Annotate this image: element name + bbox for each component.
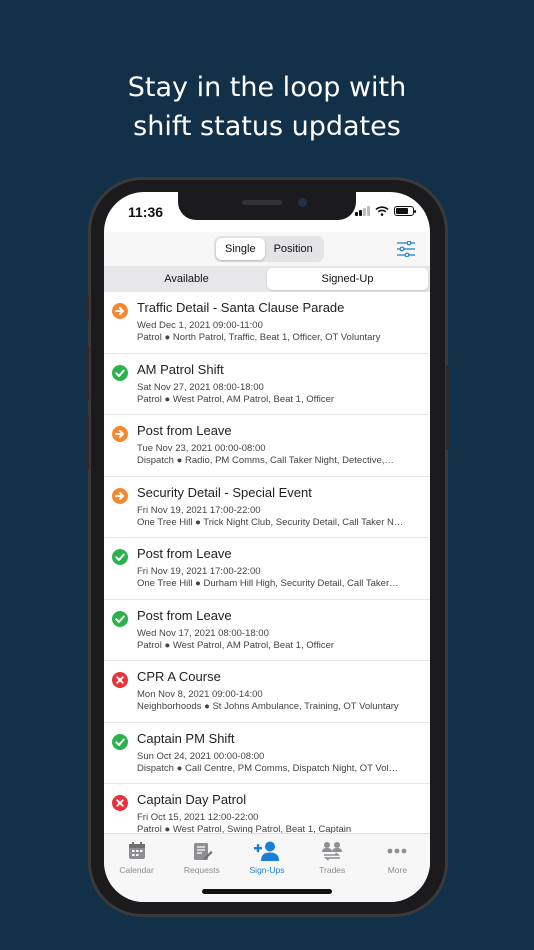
shift-date: Sat Nov 27, 2021 08:00-18:00 <box>137 381 264 393</box>
home-indicator[interactable] <box>202 889 332 894</box>
shift-row[interactable]: Post from Leave Fri Nov 19, 2021 17:00-22… <box>104 538 430 600</box>
tab-bar-more-label: More <box>387 865 408 875</box>
speaker <box>242 200 282 205</box>
shift-row[interactable]: Post from Leave Wed Nov 17, 2021 08:00-18… <box>104 600 430 661</box>
trades-icon <box>322 842 343 861</box>
shift-details: Dispatch ● Radio, PM Comms, Call Taker N… <box>137 455 394 466</box>
shift-details: Patrol ● North Patrol, Traffic, Beat 1, … <box>137 332 381 343</box>
shift-details: Patrol ● West Patrol, Swing Patrol, Beat… <box>137 824 352 833</box>
shift-row[interactable]: Captain Day Patrol Fri Oct 15, 2021 12:00… <box>104 784 430 833</box>
calendar-icon <box>128 842 145 859</box>
phone-volume-up-button <box>85 345 89 400</box>
tab-bar-calendar[interactable]: Calendar <box>104 834 169 902</box>
shift-row[interactable]: Traffic Detail - Santa Clause Parade Wed … <box>104 292 430 354</box>
headline-line-2: shift status updates <box>133 111 401 142</box>
arrow-right-circle-icon <box>112 487 128 504</box>
tab-bar-requests-label: Requests <box>183 865 220 875</box>
shift-title: Post from Leave <box>137 546 232 561</box>
app-screen: 11:36 Single Position Available Signed-U… <box>104 192 430 902</box>
arrow-right-circle-icon <box>112 426 128 442</box>
tab-signed-up[interactable]: Signed-Up <box>267 268 428 290</box>
shift-row[interactable]: Captain PM Shift Sun Oct 24, 2021 00:00-0… <box>104 723 430 784</box>
check-circle-icon <box>112 733 128 750</box>
shift-date: Fri Nov 19, 2021 17:00-22:00 <box>137 566 261 577</box>
mode-toggle: Single Position <box>214 236 324 262</box>
more-icon <box>388 848 407 854</box>
shift-date: Wed Dec 1, 2021 09:00-11:00 <box>137 320 263 331</box>
headline-line-1: Stay in the loop with <box>127 72 407 103</box>
shift-details: Neighborhoods ● St Johns Ambulance, Trai… <box>137 701 399 712</box>
add-user-icon <box>254 841 279 861</box>
shift-date: Fri Oct 15, 2021 12:00-22:00 <box>137 812 259 823</box>
shift-row[interactable]: AM Patrol Shift Sat Nov 27, 2021 08:00-18… <box>104 354 430 415</box>
phone-volume-down-button <box>85 415 89 470</box>
x-circle-icon <box>112 795 128 811</box>
tab-bar-more[interactable]: More <box>365 834 430 902</box>
shift-date: Sun Oct 24, 2021 00:00-08:00 <box>137 750 265 762</box>
shift-details: Patrol ● West Patrol, AM Patrol, Beat 1,… <box>137 639 335 651</box>
shift-date: Mon Nov 8, 2021 09:00-14:00 <box>137 689 263 700</box>
shift-title: Captain Day Patrol <box>137 792 247 807</box>
shift-title: Security Detail - Special Event <box>137 484 312 500</box>
shift-title: AM Patrol Shift <box>137 361 224 377</box>
check-circle-icon <box>112 610 128 627</box>
shift-row[interactable]: CPR A Course Mon Nov 8, 2021 09:00-14:00 N… <box>104 661 430 723</box>
shift-title: Post from Leave <box>137 607 232 623</box>
wifi-icon <box>375 206 389 216</box>
tab-bar-sign-ups-label: Sign-Ups <box>249 865 285 875</box>
tab-bar-trades-label: Trades <box>319 865 346 875</box>
status-time: 11:36 <box>128 204 164 220</box>
shift-details: One Tree Hill ● Trick Night Club, Securi… <box>137 516 404 528</box>
shift-list: Traffic Detail - Santa Clause Parade Wed … <box>104 292 430 833</box>
mode-position-button[interactable]: Position <box>265 238 322 260</box>
check-circle-icon <box>112 549 128 565</box>
front-camera <box>298 198 307 207</box>
mode-single-button[interactable]: Single <box>216 238 265 260</box>
battery-icon <box>394 206 416 216</box>
shift-title: Post from Leave <box>137 423 232 438</box>
shift-row[interactable]: Security Detail - Special Event Fri Nov 1… <box>104 477 430 538</box>
shift-date: Wed Nov 17, 2021 08:00-18:00 <box>137 627 269 639</box>
shift-date: Fri Nov 19, 2021 17:00-22:00 <box>137 504 261 516</box>
x-circle-icon <box>112 672 128 688</box>
filter-sliders-icon[interactable] <box>396 241 416 257</box>
marketing-headline: Stay in the loop with shift status updat… <box>0 68 534 146</box>
shift-details: Dispatch ● Call Centre, PM Comms, Dispat… <box>137 762 399 774</box>
status-icons <box>355 206 416 216</box>
shift-title: Captain PM Shift <box>137 730 235 746</box>
notch <box>178 192 356 220</box>
shift-details: One Tree Hill ● Durham Hill High, Securi… <box>137 578 399 589</box>
shift-title: Traffic Detail - Santa Clause Parade <box>137 300 345 315</box>
shift-date: Tue Nov 23, 2021 00:00-08:00 <box>137 443 266 454</box>
phone-mute-switch <box>85 295 89 321</box>
signup-tabs: Available Signed-Up <box>104 266 430 292</box>
tab-bar-calendar-label: Calendar <box>119 865 154 875</box>
shift-title: CPR A Course <box>137 669 221 684</box>
phone-side-button <box>446 365 450 450</box>
shift-row[interactable]: Post from Leave Tue Nov 23, 2021 00:00-08… <box>104 415 430 477</box>
top-bar: Single Position <box>104 232 430 266</box>
tab-available[interactable]: Available <box>106 268 267 290</box>
shift-details: Patrol ● West Patrol, AM Patrol, Beat 1,… <box>137 393 335 405</box>
check-circle-icon <box>112 364 128 381</box>
cellular-signal-icon <box>355 206 370 216</box>
requests-icon <box>193 843 213 860</box>
arrow-right-circle-icon <box>112 303 128 319</box>
